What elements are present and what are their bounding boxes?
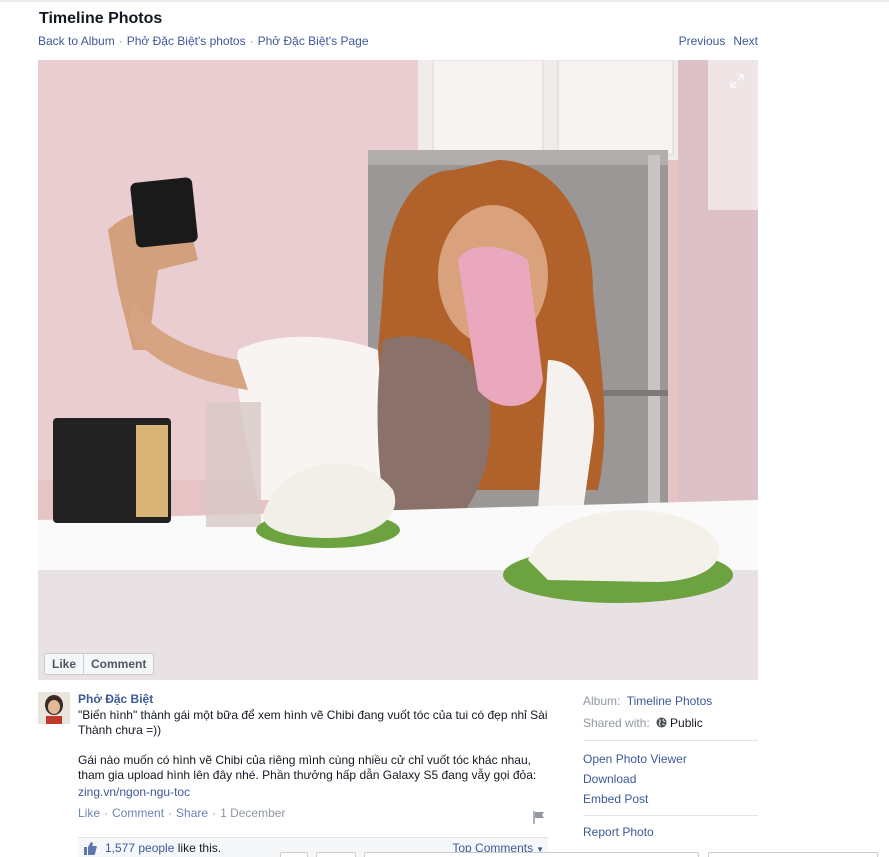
open-photo-viewer-link[interactable]: Open Photo Viewer	[583, 749, 758, 769]
embed-post-link[interactable]: Embed Post	[583, 789, 758, 809]
bottom-control[interactable]	[316, 852, 356, 857]
shared-row: Shared with: Public	[583, 714, 758, 736]
privacy-value[interactable]: Public	[670, 716, 703, 730]
breadcrumb-page[interactable]: Phở Đặc Biệt's Page	[258, 34, 369, 48]
breadcrumb-back-to-album[interactable]: Back to Album	[38, 34, 115, 48]
main-photo[interactable]: Like Comment	[38, 60, 758, 680]
flag-icon[interactable]	[533, 811, 545, 824]
post-caption-1: "Biến hình" thành gái một bữa để xem hìn…	[78, 708, 548, 737]
divider	[583, 815, 758, 816]
album-label: Album:	[583, 694, 621, 708]
caption-link[interactable]: zing.vn/ngon-ngu-toc	[78, 785, 558, 800]
album-link[interactable]: Timeline Photos	[627, 694, 713, 708]
post-date[interactable]: 1 December	[220, 806, 285, 820]
report-photo-link[interactable]: Report Photo	[583, 822, 758, 842]
photo-like-button[interactable]: Like	[45, 654, 83, 674]
post-comment-link[interactable]: Comment	[112, 806, 164, 820]
separator: ·	[104, 806, 109, 820]
next-link[interactable]: Next	[733, 34, 758, 48]
album-row: Album: Timeline Photos	[583, 692, 758, 714]
separator: ·	[168, 806, 173, 820]
download-link[interactable]: Download	[583, 769, 758, 789]
post-content: Phở Đặc Biệt "Biến hình" thành gái một b…	[78, 692, 558, 800]
breadcrumb-photos[interactable]: Phở Đặc Biệt's photos	[127, 34, 246, 48]
likes-text: 1,577 people like this.	[105, 841, 221, 855]
shared-label: Shared with:	[583, 716, 650, 730]
bottom-control[interactable]	[708, 852, 878, 857]
photo-pagination: Previous Next	[679, 34, 758, 48]
separator: ·	[212, 806, 217, 820]
post-like-link[interactable]: Like	[78, 806, 100, 820]
top-border	[0, 0, 889, 2]
photo-comment-button[interactable]: Comment	[83, 654, 153, 674]
post-actions: Like · Comment · Share · 1 December	[78, 806, 285, 820]
avatar-image	[38, 692, 70, 724]
divider	[583, 740, 758, 741]
post-caption-2: Gái nào muốn có hình vẽ Chibi của riêng …	[78, 753, 537, 782]
photo-image	[38, 60, 758, 680]
bottom-control[interactable]	[364, 852, 699, 857]
post-share-link[interactable]: Share	[176, 806, 208, 820]
likes-suffix: like this.	[177, 841, 222, 855]
previous-link[interactable]: Previous	[679, 34, 726, 48]
globe-icon	[656, 717, 667, 728]
avatar[interactable]	[38, 692, 70, 724]
breadcrumb-separator: ·	[249, 34, 254, 48]
thumbs-up-icon	[84, 842, 97, 855]
post-author[interactable]: Phở Đặc Biệt	[78, 692, 558, 706]
photo-sidebar: Album: Timeline Photos Shared with: Publ…	[583, 692, 758, 842]
breadcrumb-separator: ·	[118, 34, 123, 48]
photo-actions: Like Comment	[44, 653, 155, 675]
likes-count-link[interactable]: 1,577 people	[105, 841, 174, 855]
expand-icon[interactable]	[730, 74, 744, 88]
breadcrumb: Back to Album · Phở Đặc Biệt's photos · Phở …	[38, 34, 369, 48]
page-title: Timeline Photos	[39, 10, 163, 27]
bottom-control[interactable]	[280, 852, 308, 857]
